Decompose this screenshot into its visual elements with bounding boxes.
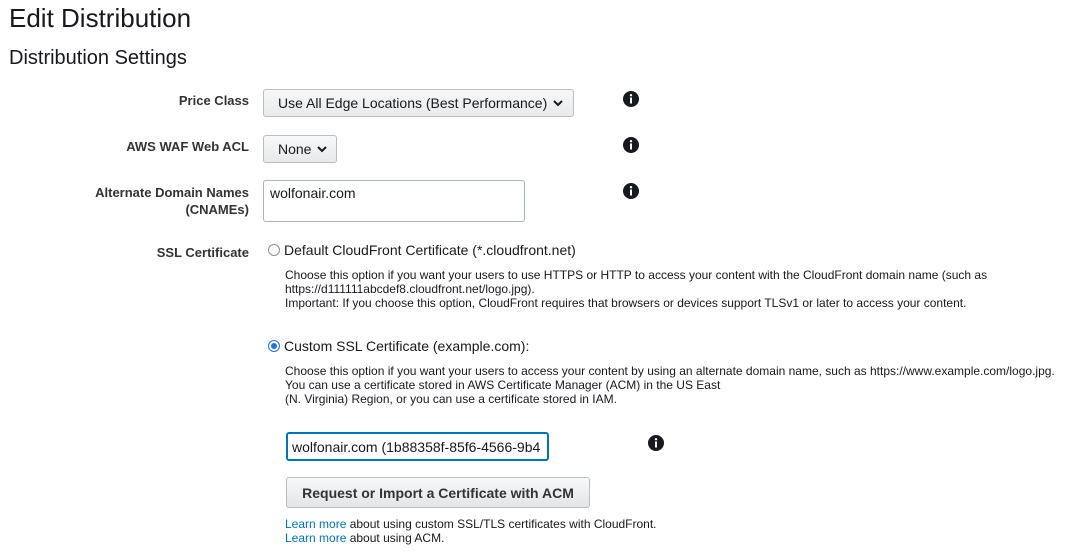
description-line: Choose this option if you want your user…: [285, 364, 1055, 378]
info-icon[interactable]: [623, 183, 639, 199]
ssl-certificate-label: SSL Certificate: [156, 245, 249, 260]
description-line: Important: If you choose this option, Cl…: [285, 296, 967, 310]
description-line: Choose this option if you want your user…: [285, 268, 988, 282]
cnames-label: Alternate Domain Names (CNAMEs): [95, 184, 249, 218]
learn-more-ssl-line: Learn more about using custom SSL/TLS ce…: [285, 517, 657, 531]
info-icon[interactable]: [623, 137, 639, 153]
price-class-select[interactable]: Use All Edge Locations (Best Performance…: [263, 89, 574, 117]
waf-value: None: [278, 141, 312, 157]
description-line: (N. Virginia) Region, or you can use a c…: [285, 392, 617, 406]
price-class-label: Price Class: [178, 93, 249, 108]
default-certificate-radio[interactable]: [268, 244, 280, 256]
description-line: https://d111111abcdef8.cloudfront.net/lo…: [285, 282, 535, 296]
cnames-label-line1: Alternate Domain Names: [95, 185, 249, 200]
chevron-down-icon: [317, 145, 328, 153]
waf-label: AWS WAF Web ACL: [126, 139, 249, 154]
description-line: You can use a certificate stored in AWS …: [285, 378, 721, 392]
certificate-input[interactable]: [286, 432, 549, 461]
cnames-textarea[interactable]: wolfonair.com: [263, 180, 525, 222]
section-title: Distribution Settings: [9, 47, 187, 69]
custom-certificate-label[interactable]: Custom SSL Certificate (example.com):: [284, 338, 529, 354]
learn-more-acm-line: Learn more about using ACM.: [285, 531, 444, 545]
info-icon[interactable]: [623, 91, 639, 107]
request-import-certificate-button[interactable]: Request or Import a Certificate with ACM: [286, 477, 590, 508]
learn-more-acm-text: about using ACM.: [346, 531, 445, 545]
page-title: Edit Distribution: [9, 3, 192, 33]
chevron-down-icon: [553, 99, 563, 107]
learn-more-ssl-text: about using custom SSL/TLS certificates …: [346, 517, 657, 531]
learn-more-ssl-link[interactable]: Learn more: [285, 517, 346, 531]
default-certificate-label[interactable]: Default CloudFront Certificate (*.cloudf…: [284, 242, 576, 258]
learn-more-acm-link[interactable]: Learn more: [285, 531, 346, 545]
cnames-label-line2: (CNAMEs): [185, 202, 249, 217]
price-class-value: Use All Edge Locations (Best Performance…: [278, 95, 548, 111]
default-certificate-description: Choose this option if you want your user…: [285, 268, 987, 310]
custom-certificate-description: Choose this option if you want your user…: [285, 364, 1055, 406]
waf-select[interactable]: None: [263, 135, 337, 163]
custom-certificate-radio[interactable]: [268, 340, 280, 352]
info-icon[interactable]: [648, 435, 664, 451]
